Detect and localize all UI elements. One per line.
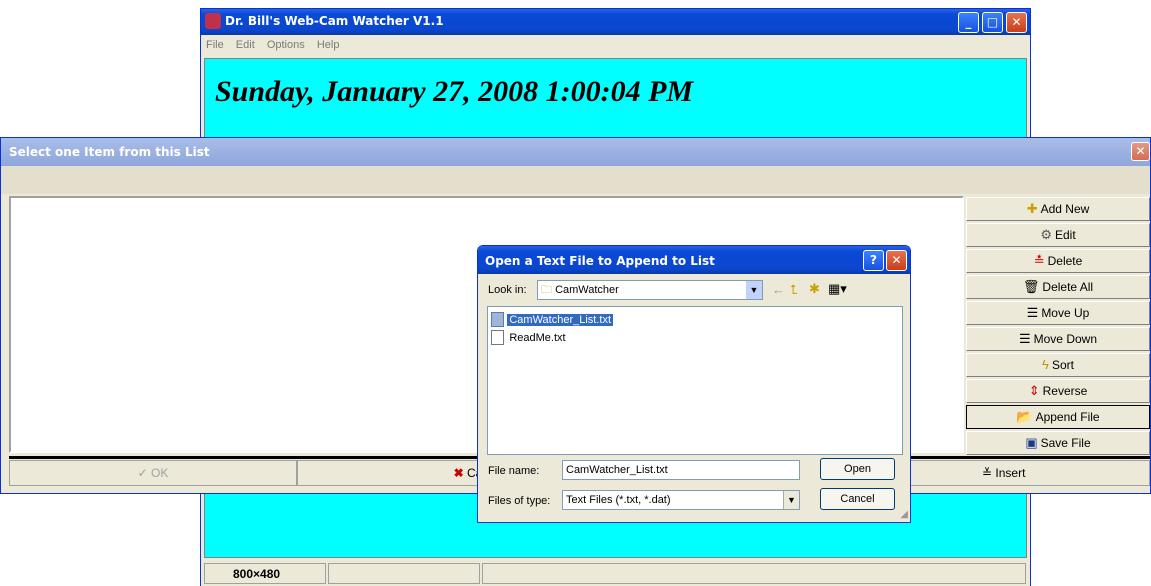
save-file-label: Save File (1040, 436, 1091, 450)
resolution-text: 800×480 (233, 567, 281, 581)
file-list[interactable]: CamWatcher_List.txt ReadMe.txt (487, 306, 903, 455)
append-file-label: Append File (1035, 410, 1100, 424)
insert-icon: ≚ (982, 466, 993, 480)
menu-bar: File Edit Options Help (206, 39, 348, 55)
text-file-icon (491, 312, 504, 328)
close-button[interactable]: ✕ (1006, 12, 1027, 33)
open-dialog-titlebar[interactable]: Open a Text File to Append to List ? ✕ (478, 246, 910, 274)
status-panel-resolution: 800×480 (204, 563, 326, 584)
list-dialog-title: Select one Item from this List (9, 145, 210, 159)
delete-icon: ≛ (1033, 253, 1045, 268)
move-up-label: Move Up (1041, 306, 1090, 320)
side-button-column: ✚ Add New ⚙ Edit ≛ Delete 🗑 Delete All ☰ Move… (966, 197, 1150, 455)
minimize-button[interactable]: _ (958, 12, 979, 33)
add-new-button[interactable]: ✚ Add New (966, 197, 1150, 221)
save-icon: ▣ (1025, 435, 1038, 450)
list-dialog-titlebar[interactable]: Select one Item from this List ✕ (1, 138, 1150, 166)
folder-icon: 🗀 (541, 284, 552, 296)
move-down-label: Move Down (1033, 332, 1097, 346)
dropdown-arrow-icon: ▼ (746, 281, 762, 299)
file-name-label: File name: (488, 465, 540, 477)
menu-edit[interactable]: Edit (236, 39, 255, 51)
sort-button[interactable]: ϟ Sort (966, 353, 1150, 377)
delete-all-button[interactable]: 🗑 Delete All (966, 275, 1150, 299)
cancel-x-icon: ✖ (453, 466, 464, 480)
look-in-value: CamWatcher (555, 284, 619, 296)
help-button[interactable]: ? (863, 250, 884, 271)
webcam-app-icon (205, 13, 221, 29)
delete-button[interactable]: ≛ Delete (966, 249, 1150, 273)
file-name-input[interactable]: CamWatcher_List.txt (562, 460, 800, 480)
maximize-button[interactable]: □ (982, 12, 1003, 33)
move-up-button[interactable]: ☰ Move Up (966, 301, 1150, 325)
edit-label: Edit (1054, 228, 1076, 242)
move-down-icon: ☰ (1018, 331, 1031, 346)
file-name-input-value: CamWatcher_List.txt (566, 464, 668, 476)
reverse-button[interactable]: ⇕ Reverse (966, 379, 1150, 403)
add-new-label: Add New (1040, 202, 1090, 216)
file-item-readme[interactable]: ReadMe.txt (491, 330, 568, 346)
main-window-titlebar[interactable]: Dr. Bill's Web-Cam Watcher V1.1 _ □ ✕ (201, 9, 1030, 35)
ok-button[interactable]: ✓ OK (9, 460, 297, 486)
move-up-icon: ☰ (1026, 305, 1039, 320)
resize-grip[interactable]: ◢ (900, 509, 908, 520)
sort-label: Sort (1051, 358, 1074, 372)
file-name-text: ReadMe.txt (509, 332, 566, 344)
look-in-label: Look in: (488, 284, 527, 296)
folder-open-icon: 📂 (1016, 409, 1033, 424)
checkmark-icon: ✓ (137, 466, 148, 480)
back-arrow-icon[interactable]: ← (772, 282, 785, 297)
list-dialog-close-button[interactable]: ✕ (1131, 142, 1150, 161)
menu-help[interactable]: Help (317, 39, 340, 51)
datetime-text: Sunday, January 27, 2008 1:00:04 PM (215, 75, 694, 108)
status-panel-2 (328, 563, 480, 584)
edit-button[interactable]: ⚙ Edit (966, 223, 1150, 247)
status-bar: 800×480 (201, 561, 1030, 586)
insert-label: Insert (995, 466, 1026, 480)
list-dialog-toolbar-strip (1, 166, 1150, 194)
dialog-cancel-button[interactable]: Cancel (820, 488, 895, 510)
dropdown-arrow-icon: ▼ (783, 491, 799, 509)
text-file-icon (491, 330, 504, 346)
files-of-type-value: Text Files (*.txt, *.dat) (566, 494, 671, 506)
menu-options[interactable]: Options (267, 39, 305, 51)
append-file-button[interactable]: 📂 Append File (966, 405, 1150, 429)
insert-button[interactable]: ≚ Insert (903, 460, 1150, 486)
sort-icon: ϟ (1042, 357, 1049, 372)
delete-all-label: Delete All (1042, 280, 1094, 294)
reverse-label: Reverse (1042, 384, 1088, 398)
ok-label: OK (151, 466, 169, 480)
save-file-button[interactable]: ▣ Save File (966, 431, 1150, 455)
open-dialog-title: Open a Text File to Append to List (485, 254, 715, 268)
new-folder-icon[interactable]: ✱ (809, 281, 820, 297)
move-down-button[interactable]: ☰ Move Down (966, 327, 1150, 351)
file-item-camwatcher-list[interactable]: CamWatcher_List.txt (491, 312, 614, 328)
files-of-type-dropdown[interactable]: Text Files (*.txt, *.dat) ▼ (562, 490, 800, 510)
main-window-title: Dr. Bill's Web-Cam Watcher V1.1 (225, 14, 444, 28)
dialog-cancel-label: Cancel (840, 493, 875, 505)
up-folder-icon[interactable]: ⮤ (790, 282, 798, 298)
file-name-text: CamWatcher_List.txt (507, 314, 614, 326)
open-button[interactable]: Open (820, 458, 895, 480)
plus-icon: ✚ (1026, 201, 1038, 216)
look-in-dropdown[interactable]: 🗀 CamWatcher ▼ (537, 280, 763, 300)
reverse-icon: ⇕ (1028, 383, 1040, 398)
view-menu-icon[interactable]: ▦▾ (828, 281, 847, 297)
status-panel-3 (482, 563, 1026, 584)
edit-icon: ⚙ (1040, 227, 1052, 242)
open-dialog-close-button[interactable]: ✕ (886, 250, 907, 271)
files-of-type-label: Files of type: (488, 495, 551, 507)
trash-icon: 🗑 (1022, 279, 1040, 294)
menu-file[interactable]: File (206, 39, 224, 51)
open-button-label: Open (844, 463, 871, 475)
open-file-dialog: Open a Text File to Append to List ? ✕ L… (477, 245, 911, 523)
delete-label: Delete (1047, 254, 1083, 268)
